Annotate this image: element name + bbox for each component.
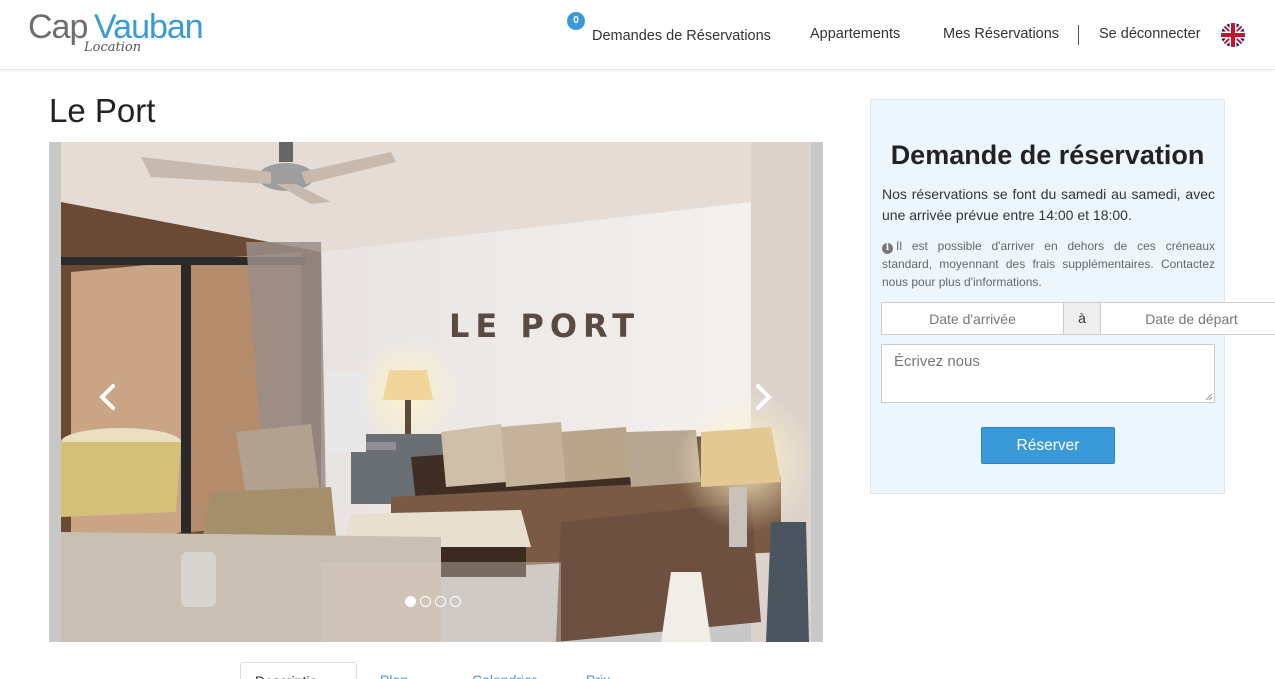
booking-info-note: i Il est possible d'arriver en dehors de … [882,237,1215,291]
tab-prices[interactable]: Prix [586,662,610,679]
booking-description: Nos réservations se font du samedi au sa… [882,186,1215,223]
carousel-indicators [405,594,465,607]
booking-request-panel: Demande de réservation Nos réservations … [870,99,1275,494]
nav-divider [1078,25,1079,45]
uk-flag-icon[interactable] [1221,23,1245,47]
nav-my-reservations[interactable]: Mes Réservations [943,26,1059,42]
resize-handle-icon[interactable] [1205,393,1213,401]
chevron-left-icon [99,384,115,410]
nav-logout[interactable]: Se déconnecter [1099,26,1201,42]
carousel-prev-button[interactable] [94,382,124,412]
date-range-separator: à [1064,302,1100,335]
apartment-tabs: Descriptio Plan Calendrier Prix [240,662,840,679]
tab-calendar[interactable]: Calendrier [472,662,537,679]
logo-text-cap: Cap [28,8,88,46]
carousel-indicator-3[interactable] [435,596,446,607]
top-navbar: Cap Vauban Location 0 Demandes de Réserv… [0,0,1275,70]
photo-carousel: LE PORT [49,142,823,642]
message-textarea[interactable] [881,344,1215,403]
carousel-indicator-2[interactable] [420,596,431,607]
booking-info-text: Il est possible d'arriver en dehors de c… [882,239,1215,289]
carousel-indicator-4[interactable] [450,596,461,607]
brand-logo[interactable]: Cap Vauban Location [28,8,208,60]
chevron-right-icon [756,384,772,410]
tab-description[interactable]: Descriptio [240,662,357,679]
carousel-indicator-1[interactable] [405,596,416,607]
carousel-next-button[interactable] [747,382,777,412]
page-title: Le Port [49,92,156,129]
logo-subtitle: Location [84,40,142,55]
nav-reservation-requests[interactable]: Demandes de Réservations [592,28,771,44]
svg-text:LE PORT: LE PORT [449,307,640,345]
departure-date-input[interactable] [1100,302,1275,335]
apartment-photo: LE PORT [61,142,811,642]
nav-apartments[interactable]: Appartements [810,26,900,42]
reserve-button[interactable]: Réserver [981,427,1115,464]
arrival-date-input[interactable] [881,302,1064,335]
info-icon: i [882,243,893,254]
tab-plan[interactable]: Plan [380,662,408,679]
reservation-requests-badge: 0 [567,12,585,30]
booking-title: Demande de réservation [890,140,1205,170]
date-range-group: à [881,302,1275,335]
